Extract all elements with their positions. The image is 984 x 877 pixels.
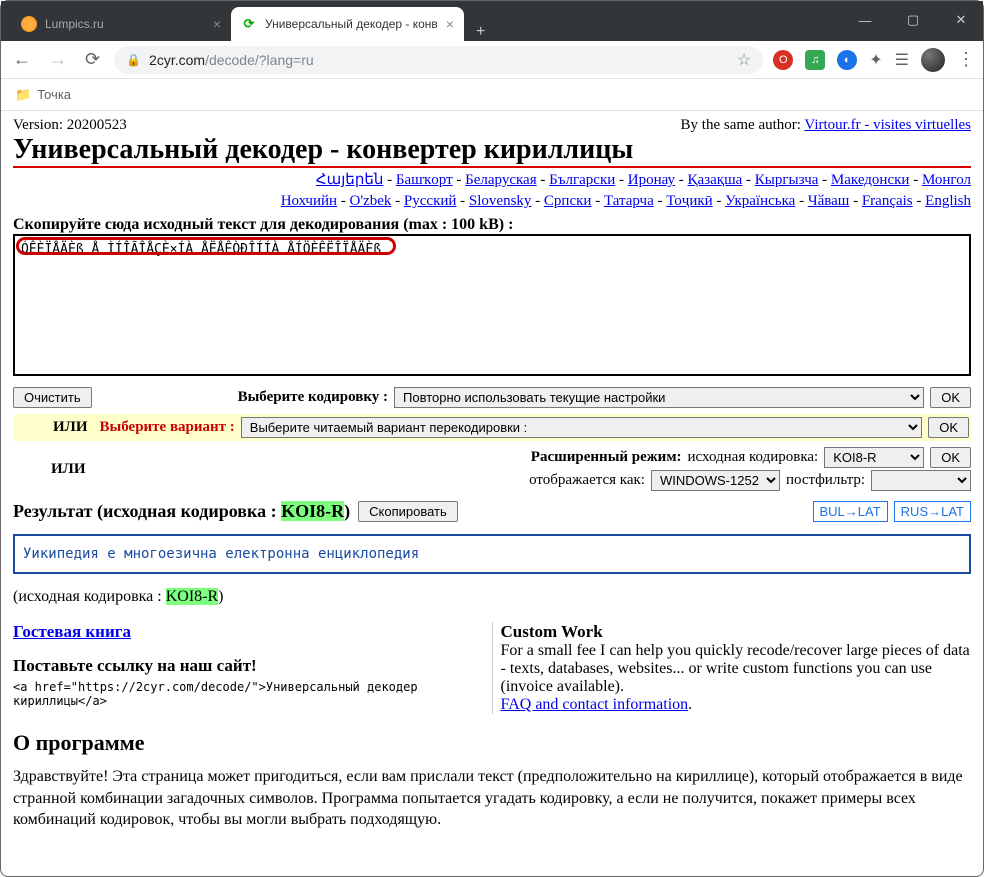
- src-enc-label: исходная кодировка:: [688, 449, 819, 466]
- rus-lat-button[interactable]: RUS→LAT: [894, 501, 971, 522]
- lang-link[interactable]: Српски: [544, 193, 592, 209]
- lang-link[interactable]: Монгол: [922, 172, 971, 188]
- ok-button[interactable]: OK: [928, 417, 969, 438]
- extensions-icon[interactable]: ✦: [869, 50, 882, 70]
- address-bar[interactable]: 🔒 2cyr.com/decode/?lang=ru ☆: [114, 46, 763, 74]
- same-author: By the same author: Virtour.fr - visites…: [681, 117, 971, 134]
- language-links: Հայերեն - Башҡорт - Беларуская - Българс…: [13, 170, 971, 212]
- about-heading: О программе: [13, 730, 971, 756]
- close-window-icon[interactable]: ✕: [947, 12, 975, 28]
- left-column: Гостевая книга Поставьте ссылку на наш с…: [13, 622, 484, 714]
- result-label: Результат (исходная кодировка : KOI8-R): [13, 501, 350, 522]
- or-label: ИЛИ: [53, 419, 88, 436]
- virtour-link[interactable]: Virtour.fr - visites virtuelles: [804, 117, 971, 133]
- clear-button[interactable]: Очистить: [13, 387, 92, 408]
- lang-link[interactable]: Français: [862, 193, 913, 209]
- url-path: /decode/?lang=ru: [205, 52, 314, 68]
- lang-link[interactable]: Українська: [725, 193, 795, 209]
- window-controls: — ▢ ✕: [851, 1, 975, 39]
- lang-link[interactable]: Чӑваш: [808, 193, 850, 209]
- favicon-lumpics: [21, 16, 37, 32]
- link-heading: Поставьте ссылку на наш сайт!: [13, 656, 484, 676]
- tab-title: Универсальный декодер - конв: [265, 17, 438, 31]
- lang-link[interactable]: Беларуская: [465, 172, 537, 188]
- custom-work-text: For a small fee I can help you quickly r…: [501, 642, 972, 696]
- lang-link[interactable]: Нохчийн: [281, 193, 337, 209]
- postfilter-select[interactable]: [871, 470, 971, 491]
- variant-select[interactable]: Выберите читаемый вариант перекодировки …: [241, 417, 922, 438]
- column-divider: [492, 622, 493, 714]
- tab-title: Lumpics.ru: [45, 17, 205, 31]
- ext-globe-icon[interactable]: ◐: [837, 50, 857, 70]
- lang-link[interactable]: Русский: [404, 193, 457, 209]
- encoding-label: Выберите кодировку :: [238, 389, 388, 406]
- close-icon[interactable]: ×: [446, 16, 454, 32]
- right-column: Custom Work For a small fee I can help y…: [501, 622, 972, 714]
- lang-link[interactable]: Татарча: [604, 193, 654, 209]
- lang-link[interactable]: Иронау: [628, 172, 675, 188]
- lang-link[interactable]: Тоҷикӣ: [666, 193, 712, 209]
- display-as-label: отображается как:: [529, 472, 645, 489]
- folder-icon: 📁: [15, 87, 31, 103]
- forward-button[interactable]: →: [45, 45, 71, 74]
- source-encoding-note: (исходная кодировка : KOI8-R): [13, 588, 971, 606]
- url-domain: 2cyr.com: [149, 52, 205, 68]
- bul-lat-button[interactable]: BUL→LAT: [813, 501, 888, 522]
- ext-opera-icon[interactable]: O: [773, 50, 793, 70]
- ok-button[interactable]: OK: [930, 387, 971, 408]
- back-button[interactable]: ←: [9, 45, 35, 74]
- display-encoding-select[interactable]: WINDOWS-1252: [651, 470, 780, 491]
- lang-link[interactable]: Башҡорт: [396, 172, 453, 188]
- new-tab-button[interactable]: +: [464, 23, 497, 41]
- custom-work-heading: Custom Work: [501, 622, 972, 642]
- postfilter-label: постфильтр:: [786, 472, 865, 489]
- ext-mode-label: Расширенный режим:: [531, 449, 682, 466]
- variant-label: Выберите вариант :: [100, 419, 235, 436]
- faq-link[interactable]: FAQ and contact information: [501, 696, 689, 713]
- tab-strip: Lumpics.ru × Универсальный декодер - кон…: [1, 1, 497, 41]
- ok-button[interactable]: OK: [930, 447, 971, 468]
- lang-link[interactable]: Кыргызча: [755, 172, 819, 188]
- menu-icon[interactable]: ⋮: [957, 49, 975, 70]
- bookmark-item[interactable]: Точка: [37, 87, 71, 102]
- minimize-icon[interactable]: —: [851, 13, 879, 28]
- encoding-select[interactable]: Повторно использовать текущие настройки: [394, 387, 924, 408]
- source-textarea[interactable]: [13, 234, 971, 376]
- about-text: Здравствуйте! Эта страница может пригоди…: [13, 766, 971, 831]
- guestbook-link[interactable]: Гостевая книга: [13, 622, 131, 641]
- version-label: Version: 20200523: [13, 117, 127, 134]
- result-output: Уикипедия е многоезична електронна енцик…: [13, 534, 971, 574]
- window-titlebar: Lumpics.ru × Универсальный декодер - кон…: [1, 1, 983, 41]
- lang-link[interactable]: Македонски: [831, 172, 910, 188]
- reload-button[interactable]: ⟳: [81, 45, 104, 74]
- bookmark-star-icon[interactable]: ☆: [737, 50, 751, 70]
- favicon-decoder: [241, 16, 257, 32]
- lock-icon: 🔒: [126, 53, 141, 67]
- source-encoding-select[interactable]: KOI8-R: [824, 447, 924, 468]
- close-icon[interactable]: ×: [213, 16, 221, 32]
- lang-link[interactable]: English: [925, 193, 971, 209]
- lang-link[interactable]: O'zbek: [350, 193, 392, 209]
- extensions-area: O ♫ ◐ ✦ ☰ ⋮: [773, 48, 975, 72]
- reading-list-icon[interactable]: ☰: [895, 50, 909, 70]
- lang-link[interactable]: Հայերեն: [316, 172, 383, 188]
- page-title: Универсальный декодер - конвертер кирилл…: [13, 134, 971, 168]
- input-instruction: Скопируйте сюда исходный текст для декод…: [13, 216, 971, 234]
- ext-music-icon[interactable]: ♫: [805, 50, 825, 70]
- bookmarks-bar: 📁 Точка: [1, 79, 983, 111]
- lang-link[interactable]: Қазақша: [688, 172, 743, 188]
- browser-toolbar: ← → ⟳ 🔒 2cyr.com/decode/?lang=ru ☆ O ♫ ◐…: [1, 41, 983, 79]
- lang-link[interactable]: Български: [549, 172, 615, 188]
- or-label: ИЛИ: [51, 461, 86, 478]
- page-content: Version: 20200523 By the same author: Vi…: [1, 111, 983, 831]
- same-author-prefix: By the same author:: [681, 117, 805, 133]
- tab-lumpics[interactable]: Lumpics.ru ×: [11, 7, 231, 41]
- profile-avatar[interactable]: [921, 48, 945, 72]
- lang-link[interactable]: Slovensky: [469, 193, 532, 209]
- maximize-icon[interactable]: ▢: [899, 12, 927, 28]
- link-code: <a href="https://2cyr.com/decode/">Униве…: [13, 680, 484, 708]
- tab-decoder[interactable]: Универсальный декодер - конв ×: [231, 7, 464, 41]
- copy-button[interactable]: Скопировать: [358, 501, 458, 522]
